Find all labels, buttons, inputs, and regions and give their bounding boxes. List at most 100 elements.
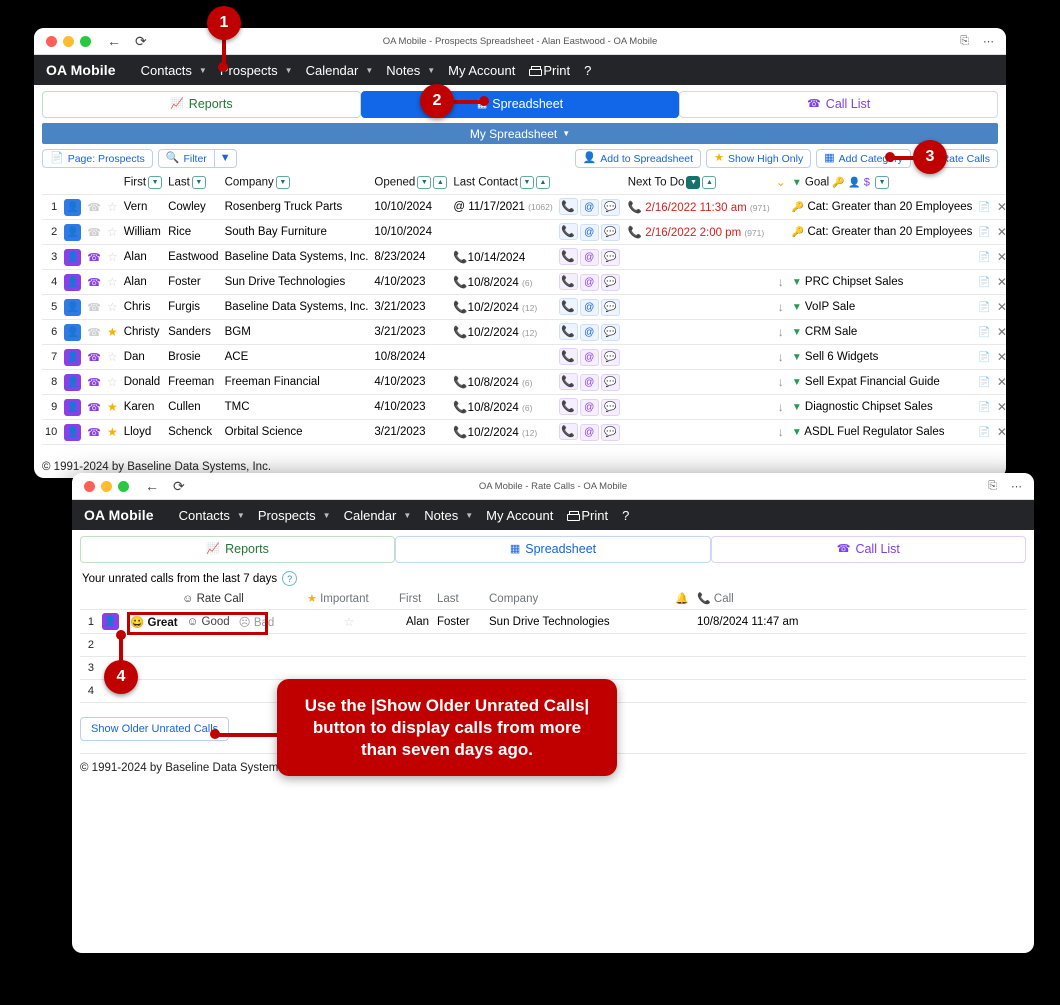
close-icon[interactable]: ✕	[997, 225, 1006, 239]
phone-status-icon[interactable]: ☎	[84, 419, 104, 445]
col-opened-sort-asc-icon[interactable]: ▲	[433, 176, 448, 189]
col-goal[interactable]: ▼ Goal 🔑 👤 $ ▼	[789, 172, 976, 195]
chevron-down-icon-contacts-2[interactable]: ▼	[237, 511, 251, 520]
col-next-todo-sort-asc-icon[interactable]: ▲	[702, 176, 717, 189]
cell-doc[interactable]: 📄	[975, 194, 994, 220]
email-action-button[interactable]: @	[579, 374, 599, 391]
important-star-icon[interactable]: ☆	[103, 219, 121, 245]
table-row[interactable]: 3 👤 ☎ ☆ Alan Eastwood Baseline Data Systems, I…	[42, 244, 1006, 270]
avatar[interactable]: 👤	[61, 194, 85, 220]
table-row[interactable]: 10 👤 ☎ ★ Lloyd Schenck Orbital Science 3/21/202…	[42, 419, 1006, 445]
email-action-button[interactable]: @	[579, 299, 599, 316]
traffic-lights-2[interactable]	[84, 480, 129, 492]
cell-goal[interactable]	[788, 244, 976, 270]
call-action-button[interactable]: 📞	[558, 223, 578, 240]
share-icon-2[interactable]: ⎘	[988, 480, 997, 493]
col-last-contact-sort-asc-icon[interactable]: ▲	[535, 176, 550, 189]
reload-icon[interactable]: ⟳	[135, 34, 147, 48]
message-action-button[interactable]: 💬	[600, 324, 620, 341]
message-action-button[interactable]: 💬	[600, 349, 620, 366]
col-company-sort-icon[interactable]: ▼	[275, 176, 290, 189]
phone-status-icon[interactable]: ☎	[84, 269, 104, 295]
nav-help[interactable]: ?	[577, 63, 598, 78]
nav-notes[interactable]: Notes	[379, 63, 427, 78]
nav-contacts-2[interactable]: Contacts	[172, 508, 237, 523]
col-first-sort-icon[interactable]: ▼	[148, 176, 163, 189]
add-person-icon-goal[interactable]: 👤	[848, 178, 860, 189]
cell-doc[interactable]: 📄	[975, 369, 994, 395]
filter-button[interactable]: 🔍 Filter	[157, 149, 215, 168]
cell-rate-call[interactable]	[123, 633, 303, 657]
cell-close[interactable]: ✕	[993, 269, 1006, 295]
close-icon[interactable]: ✕	[997, 425, 1006, 439]
document-icon[interactable]: 📄	[978, 402, 990, 413]
important-star-icon[interactable]: ☆	[103, 269, 121, 295]
call-action-button[interactable]: 📞	[558, 423, 578, 440]
nav-calendar-2[interactable]: Calendar	[337, 508, 404, 523]
message-action-button[interactable]: 💬	[600, 199, 620, 216]
cell-close[interactable]: ✕	[993, 344, 1006, 370]
email-action-button[interactable]: @	[579, 224, 599, 241]
close-window-button[interactable]	[46, 35, 57, 47]
document-icon[interactable]: 📄	[978, 377, 990, 388]
col-collapse[interactable]: ⌄	[773, 172, 789, 195]
cell-goal[interactable]: ▼ ASDL Fuel Regulator Sales	[788, 419, 976, 445]
reload-icon-2[interactable]: ⟳	[173, 479, 185, 493]
filter-dropdown-button[interactable]: ▼	[214, 149, 237, 168]
table-row[interactable]: 4 👤 ☎ ☆ Alan Foster Sun Drive Technologies 4/10…	[42, 269, 1006, 295]
important-star-icon[interactable]: ☆	[103, 344, 121, 370]
add-to-spreadsheet-button[interactable]: 👤 Add to Spreadsheet	[574, 149, 702, 168]
phone-status-icon[interactable]: ☎	[84, 294, 104, 320]
cell-goal[interactable]: ▼ CRM Sale	[788, 319, 976, 345]
table-row[interactable]: 7 👤 ☎ ☆ Dan Brosie ACE 10/8/2024 📞 @ 💬 ↓ ▼ Sell 6 Wi…	[42, 344, 1006, 370]
tab-call-list[interactable]: ☎ Call List	[679, 91, 999, 118]
maximize-window-button[interactable]	[80, 35, 91, 47]
phone-status-icon[interactable]: ☎	[84, 194, 104, 220]
message-action-button[interactable]: 💬	[600, 424, 620, 441]
dollar-icon[interactable]: $	[864, 177, 870, 189]
close-icon[interactable]: ✕	[997, 275, 1006, 289]
email-action-button[interactable]: @	[579, 399, 599, 416]
table-row[interactable]: 2 👤 ☎ ☆ William Rice South Bay Furniture 10/10/…	[42, 219, 1006, 245]
key-icon[interactable]: 🔑	[832, 178, 844, 189]
col-next-todo-sort-desc-icon[interactable]: ▼	[686, 176, 701, 189]
phone-status-icon[interactable]: ☎	[84, 369, 104, 395]
back-arrow-icon[interactable]: ←	[107, 34, 121, 48]
close-icon[interactable]: ✕	[997, 375, 1006, 389]
phone-status-icon[interactable]: ☎	[84, 394, 104, 420]
show-older-unrated-calls-button[interactable]: Show Older Unrated Calls	[80, 717, 230, 741]
message-action-button[interactable]: 💬	[600, 374, 620, 391]
tab-spreadsheet[interactable]: ▦ Spreadsheet	[360, 91, 680, 118]
document-icon[interactable]: 📄	[978, 327, 990, 338]
traffic-lights[interactable]	[46, 35, 91, 47]
document-icon[interactable]: 📄	[978, 427, 990, 438]
call-action-button[interactable]: 📞	[558, 323, 578, 340]
my-spreadsheet-selector[interactable]: My Spreadsheet ▼	[42, 123, 998, 144]
cell-goal[interactable]: ▼ Sell Expat Financial Guide	[788, 369, 976, 395]
cell-goal[interactable]: ▼ PRC Chipset Sales	[788, 269, 976, 295]
tab-reports[interactable]: 📈 Reports	[42, 91, 361, 118]
phone-status-icon[interactable]: ☎	[84, 244, 104, 270]
maximize-window-button-2[interactable]	[118, 480, 129, 492]
close-icon[interactable]: ✕	[997, 325, 1006, 339]
document-icon[interactable]: 📄	[978, 227, 990, 238]
email-action-button[interactable]: @	[579, 324, 599, 341]
message-action-button[interactable]: 💬	[600, 274, 620, 291]
cell-close[interactable]: ✕	[993, 219, 1006, 245]
message-action-button[interactable]: 💬	[600, 399, 620, 416]
close-icon[interactable]: ✕	[997, 400, 1006, 414]
cell-rate-call[interactable]	[123, 656, 303, 680]
cell-important[interactable]	[303, 656, 395, 680]
avatar[interactable]: 👤	[61, 394, 85, 420]
avatar[interactable]: 👤	[61, 219, 85, 245]
cell-doc[interactable]: 📄	[975, 244, 994, 270]
share-icon[interactable]: ⎘	[960, 35, 969, 48]
important-star-icon[interactable]: ★	[103, 319, 121, 345]
col-first[interactable]: First ▼	[121, 172, 165, 195]
phone-status-icon[interactable]: ☎	[84, 219, 104, 245]
nav-my-account[interactable]: My Account	[441, 63, 522, 78]
email-action-button[interactable]: @	[579, 199, 599, 216]
important-star-icon[interactable]: ☆	[103, 244, 121, 270]
tab-call-list-2[interactable]: ☎ Call List	[710, 536, 1026, 563]
nav-help-2[interactable]: ?	[615, 508, 636, 523]
